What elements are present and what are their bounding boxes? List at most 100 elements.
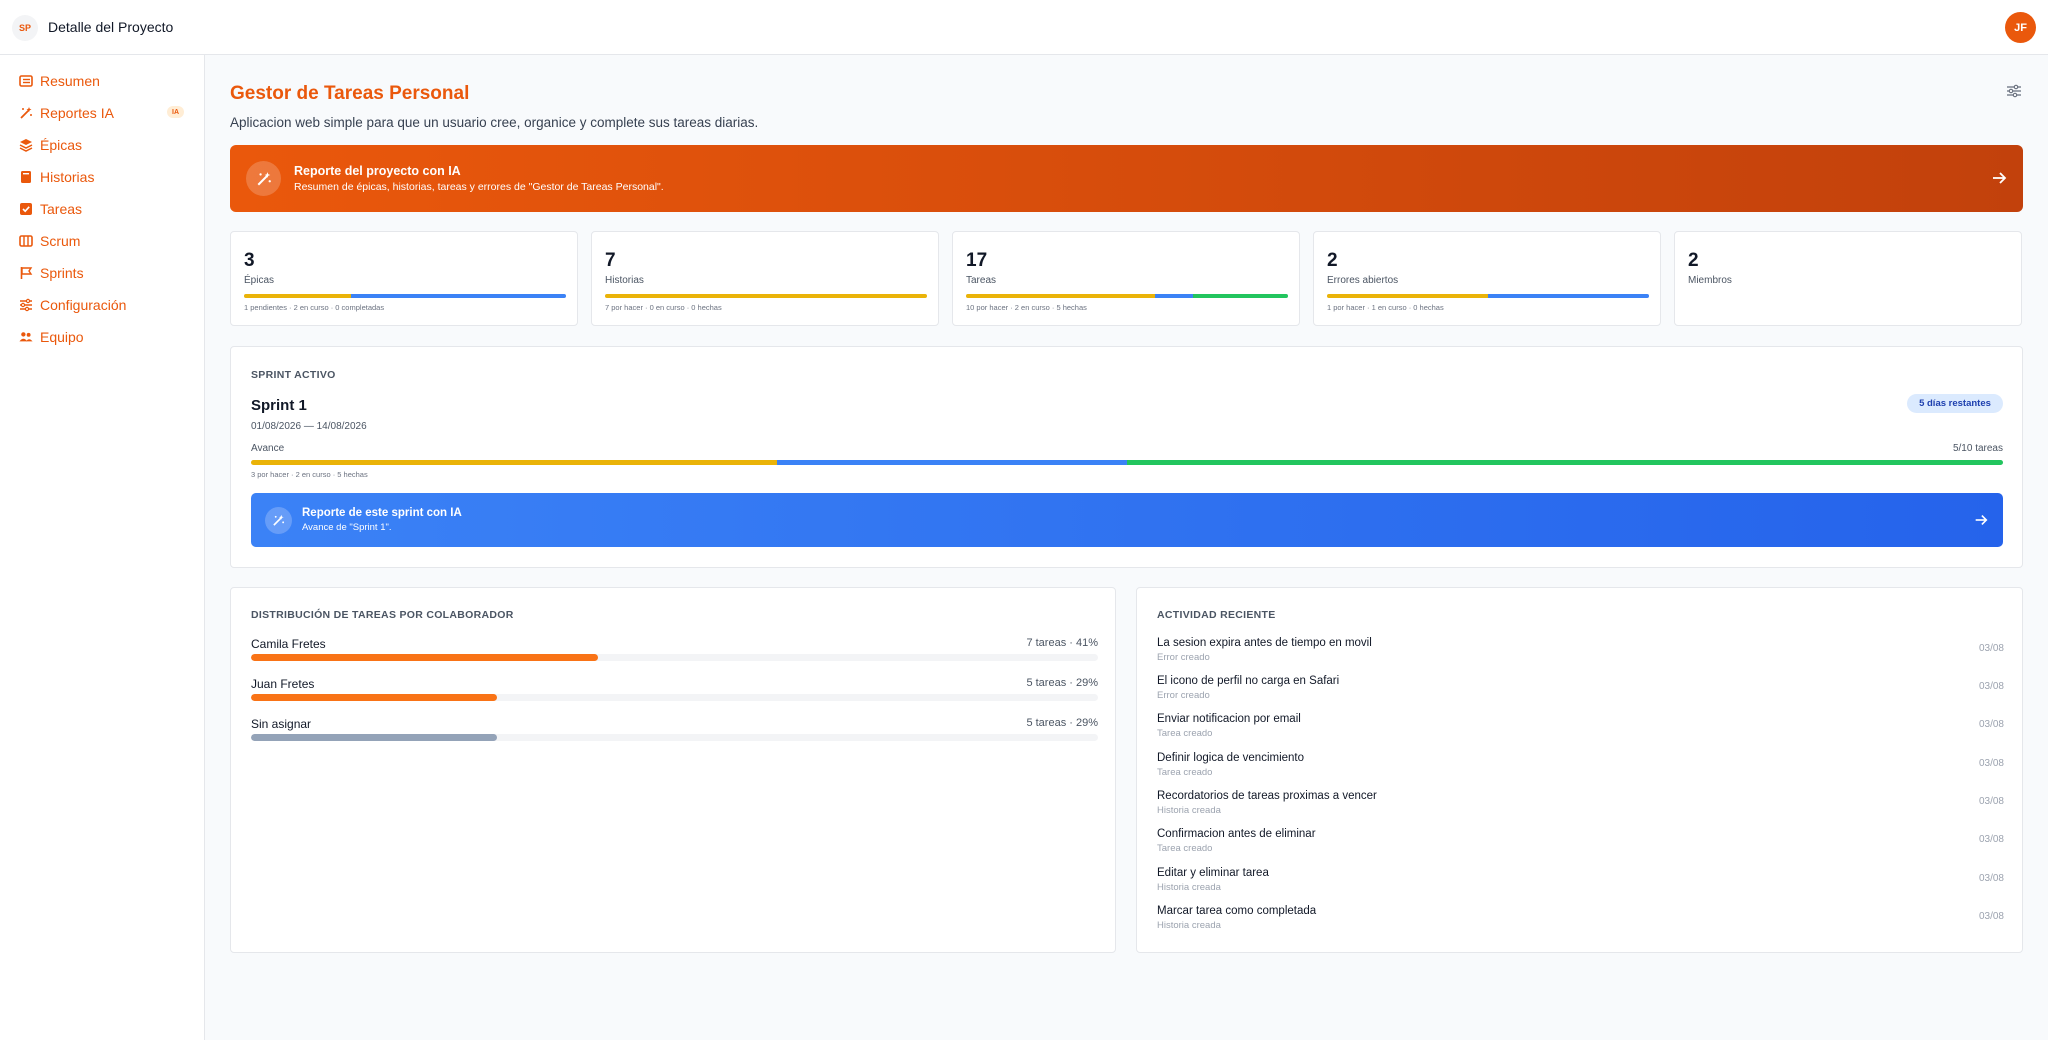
sidebar-item-label: Resumen — [40, 73, 100, 89]
activity-type: Tarea creado — [1157, 728, 1213, 739]
project-ai-report-banner[interactable]: Reporte del proyecto con IA Resumen de é… — [230, 145, 2023, 212]
sidebar-item-configuracion[interactable]: Configuración — [19, 294, 126, 316]
active-sprint-panel: SPRINT ACTIVO Sprint 1 01/08/2026 — 14/0… — [230, 346, 2023, 568]
sidebar-item-epicas[interactable]: Épicas — [19, 134, 82, 156]
activity-item[interactable]: Enviar notificacion por email Tarea crea… — [1157, 713, 2004, 751]
collaborator-row: Camila Fretes 7 tareas · 41% — [251, 637, 1098, 667]
sidebar-item-resumen[interactable]: Resumen — [19, 70, 100, 92]
user-avatar[interactable]: JF — [2005, 12, 2036, 43]
stat-value: 2 — [1327, 250, 1338, 271]
activity-type: Historia creada — [1157, 882, 1221, 893]
collaborator-row: Juan Fretes 5 tareas · 29% — [251, 677, 1098, 707]
top-bar: SP Detalle del Proyecto JF — [0, 0, 2048, 55]
activity-date: 03/08 — [1978, 834, 2004, 845]
collaborator-name: Juan Fretes — [251, 677, 315, 691]
activity-item[interactable]: Marcar tarea como completada Historia cr… — [1157, 905, 2004, 943]
todo-segment — [966, 294, 1156, 298]
project-description: Aplicacion web simple para que un usuari… — [230, 115, 759, 130]
collaborator-name: Camila Fretes — [251, 637, 326, 651]
settings-sliders-icon[interactable] — [2006, 83, 2022, 99]
activity-type: Historia creada — [1157, 805, 1221, 816]
in-progress-segment — [1488, 294, 1649, 298]
stat-progress-bar — [966, 294, 1288, 298]
arrow-right-icon — [1990, 169, 2008, 187]
activity-date: 03/08 — [1978, 681, 2004, 692]
activity-item[interactable]: Editar y eliminar tarea Historia creada … — [1157, 867, 2004, 905]
sprint-progress-bar — [251, 460, 2003, 465]
stat-label: Miembros — [1688, 275, 1732, 286]
stat-label: Historias — [605, 275, 644, 286]
sidebar-item-tareas[interactable]: Tareas — [19, 198, 82, 220]
collaborator-bar-track — [251, 654, 1098, 661]
stat-label: Épicas — [244, 275, 275, 286]
ai-banner-title: Reporte del proyecto con IA — [294, 164, 461, 178]
collaborator-row: Sin asignar 5 tareas · 29% — [251, 717, 1098, 747]
layers-icon — [19, 138, 33, 152]
stat-progress-bar — [605, 294, 927, 298]
activity-title: Editar y eliminar tarea — [1157, 867, 1269, 879]
sprint-progress-note: 3 por hacer · 2 en curso · 5 hechas — [251, 470, 368, 479]
sidebar-item-label: Épicas — [40, 137, 83, 153]
users-icon — [19, 330, 33, 344]
collaborator-bar-fill — [251, 694, 497, 701]
section-title: DISTRIBUCIÓN DE TAREAS POR COLABORADOR — [251, 609, 514, 621]
magic-wand-icon — [246, 161, 281, 196]
book-icon — [19, 170, 33, 184]
sidebar-item-label: Configuración — [40, 297, 127, 313]
collaborator-name: Sin asignar — [251, 717, 312, 731]
activity-title: Enviar notificacion por email — [1157, 713, 1301, 725]
activity-item[interactable]: La sesion expira antes de tiempo en movi… — [1157, 637, 2004, 675]
collaborator-bar-track — [251, 694, 1098, 701]
sidebar-item-sprints[interactable]: Sprints — [19, 262, 84, 284]
magic-wand-icon — [265, 507, 292, 534]
stat-card-errores[interactable]: 2 Errores abiertos 1 por hacer · 1 en cu… — [1313, 231, 1661, 326]
sliders-icon — [19, 298, 33, 312]
todo-segment — [251, 460, 777, 465]
sidebar-item-scrum[interactable]: Scrum — [19, 230, 80, 252]
collaborator-meta: 5 tareas · 29% — [1026, 677, 1098, 689]
collaborator-meta: 7 tareas · 41% — [1026, 637, 1098, 649]
sidebar-item-equipo[interactable]: Equipo — [19, 326, 84, 348]
sidebar-item-label: Tareas — [40, 201, 83, 217]
stat-note: 1 por hacer · 1 en curso · 0 hechas — [1327, 303, 1444, 312]
activity-item[interactable]: Recordatorios de tareas proximas a vence… — [1157, 790, 2004, 828]
stat-card-historias[interactable]: 7 Historias 7 por hacer · 0 en curso · 0… — [591, 231, 939, 326]
activity-item[interactable]: El icono de perfil no carga en Safari Er… — [1157, 675, 2004, 713]
sidebar-item-label: Scrum — [40, 233, 81, 249]
sidebar-item-label: Sprints — [40, 265, 84, 281]
stat-card-tareas[interactable]: 17 Tareas 10 por hacer · 2 en curso · 5 … — [952, 231, 1300, 326]
activity-type: Error creado — [1157, 652, 1210, 663]
activity-date: 03/08 — [1978, 873, 2004, 884]
stat-note: 7 por hacer · 0 en curso · 0 hechas — [605, 303, 722, 312]
activity-item[interactable]: Confirmacion antes de eliminar Tarea cre… — [1157, 828, 2004, 866]
activity-item[interactable]: Definir logica de vencimiento Tarea crea… — [1157, 752, 2004, 790]
in-progress-segment — [776, 460, 1127, 465]
stat-card-epicas[interactable]: 3 Épicas 1 pendientes · 2 en curso · 0 c… — [230, 231, 578, 326]
list-icon — [19, 74, 33, 88]
progress-value: 5/10 tareas — [1952, 443, 2003, 454]
sidebar-item-label: Historias — [40, 169, 95, 185]
done-segment — [1126, 460, 2003, 465]
sidebar-item-reportes-ia[interactable]: Reportes IA — [19, 102, 114, 124]
activity-type: Historia creada — [1157, 920, 1221, 931]
in-progress-segment — [351, 294, 566, 298]
collaborator-bar-fill — [251, 734, 497, 741]
in-progress-segment — [1155, 294, 1194, 298]
ia-badge: IA — [167, 106, 184, 118]
sidebar-item-historias[interactable]: Historias — [19, 166, 94, 188]
stat-label: Tareas — [966, 275, 997, 286]
stat-card-miembros[interactable]: 2 Miembros — [1674, 231, 2022, 326]
collaborator-bar-track — [251, 734, 1098, 741]
activity-title: Definir logica de vencimiento — [1157, 752, 1305, 764]
sprint-ai-subtitle: Avance de "Sprint 1". — [302, 522, 392, 533]
magic-wand-icon — [19, 106, 33, 120]
stat-note: 1 pendientes · 2 en curso · 0 completada… — [244, 303, 385, 312]
activity-type: Tarea creado — [1157, 843, 1213, 854]
project-logo: SP — [12, 15, 38, 41]
ai-banner-subtitle: Resumen de épicas, historias, tareas y e… — [294, 181, 664, 193]
page-title: Gestor de Tareas Personal — [230, 83, 470, 104]
stat-note: 10 por hacer · 2 en curso · 5 hechas — [966, 303, 1087, 312]
sidebar-item-label: Reportes IA — [40, 105, 114, 121]
sprint-ai-report-banner[interactable]: Reporte de este sprint con IA Avance de … — [251, 493, 2003, 547]
collaborator-meta: 5 tareas · 29% — [1026, 717, 1098, 729]
